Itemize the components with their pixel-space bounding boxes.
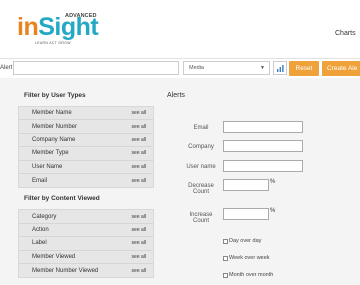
email-label: Email: [193, 125, 209, 131]
list-item[interactable]: Email see all: [19, 174, 153, 187]
see-all-link[interactable]: see all: [132, 214, 146, 220]
month-over-month-checkbox[interactable]: Month over month: [223, 272, 273, 278]
app-header: ADVANCED inSight LEARN ACT GROW Charts: [0, 0, 360, 58]
username-label: User name: [186, 164, 216, 170]
increase-count-input[interactable]: [223, 208, 269, 220]
list-item[interactable]: Category see all: [19, 210, 153, 224]
see-all-link[interactable]: see all: [132, 164, 146, 170]
see-all-link[interactable]: see all: [132, 150, 146, 156]
see-all-link[interactable]: see all: [132, 110, 146, 116]
bar-chart-icon: [277, 65, 284, 72]
list-item[interactable]: Member Number Viewed see all: [19, 264, 153, 277]
company-field[interactable]: [223, 140, 303, 152]
filter-sidebar: Filter by User Types Member Name see all …: [18, 92, 154, 285]
user-types-heading: Filter by User Types: [24, 92, 86, 99]
list-item[interactable]: Member Type see all: [19, 147, 153, 161]
decrease-label: Decrease Count: [188, 183, 214, 195]
see-all-link[interactable]: see all: [132, 254, 146, 260]
alert-title-input[interactable]: [13, 61, 179, 75]
email-field[interactable]: [223, 121, 303, 133]
logo-tagline: LEARN ACT GROW: [35, 41, 71, 45]
list-item[interactable]: User Name see all: [19, 161, 153, 174]
decrease-percent-sign: %: [270, 179, 276, 185]
see-all-link[interactable]: see all: [132, 227, 146, 233]
week-over-week-checkbox[interactable]: Week over week: [223, 255, 270, 261]
logo-brand: inSight: [17, 13, 99, 41]
reset-button[interactable]: Reset: [289, 61, 319, 76]
list-item[interactable]: Member Number see all: [19, 120, 153, 134]
user-types-list: Member Name see all Member Number see all …: [18, 106, 154, 189]
alerts-heading: Alerts: [167, 92, 185, 99]
see-all-link[interactable]: see all: [132, 240, 146, 246]
list-item[interactable]: Action see all: [19, 224, 153, 238]
decrease-count-input[interactable]: [223, 179, 269, 191]
create-alert-button[interactable]: Create Ale: [322, 61, 360, 76]
username-field[interactable]: [223, 160, 303, 172]
nav-charts-link[interactable]: Charts: [335, 30, 356, 37]
chart-button[interactable]: [273, 61, 287, 75]
metric-select[interactable]: Media ▼: [183, 61, 270, 75]
list-item[interactable]: Member Viewed see all: [19, 251, 153, 264]
list-item[interactable]: Member Name see all: [19, 107, 153, 121]
increase-label: Increase Count: [189, 212, 213, 224]
chevron-down-icon: ▼: [260, 65, 265, 71]
day-over-day-checkbox[interactable]: Day over day: [223, 238, 261, 244]
content-viewed-list: Category see all Action see all Label see a…: [18, 209, 154, 279]
increase-percent-sign: %: [270, 208, 276, 214]
alert-toolbar: Alert Title Media ▼ Reset Create Ale: [0, 58, 360, 78]
list-item[interactable]: Company Name see all: [19, 134, 153, 148]
see-all-link[interactable]: see all: [132, 137, 146, 143]
see-all-link[interactable]: see all: [132, 268, 146, 274]
company-label: Company: [188, 144, 214, 150]
content-viewed-heading: Filter by Content Viewed: [24, 195, 100, 203]
see-all-link[interactable]: see all: [132, 178, 146, 184]
list-item[interactable]: Label see all: [19, 237, 153, 251]
insight-logo[interactable]: ADVANCED inSight LEARN ACT GROW: [14, 7, 99, 49]
see-all-link[interactable]: see all: [132, 124, 146, 130]
